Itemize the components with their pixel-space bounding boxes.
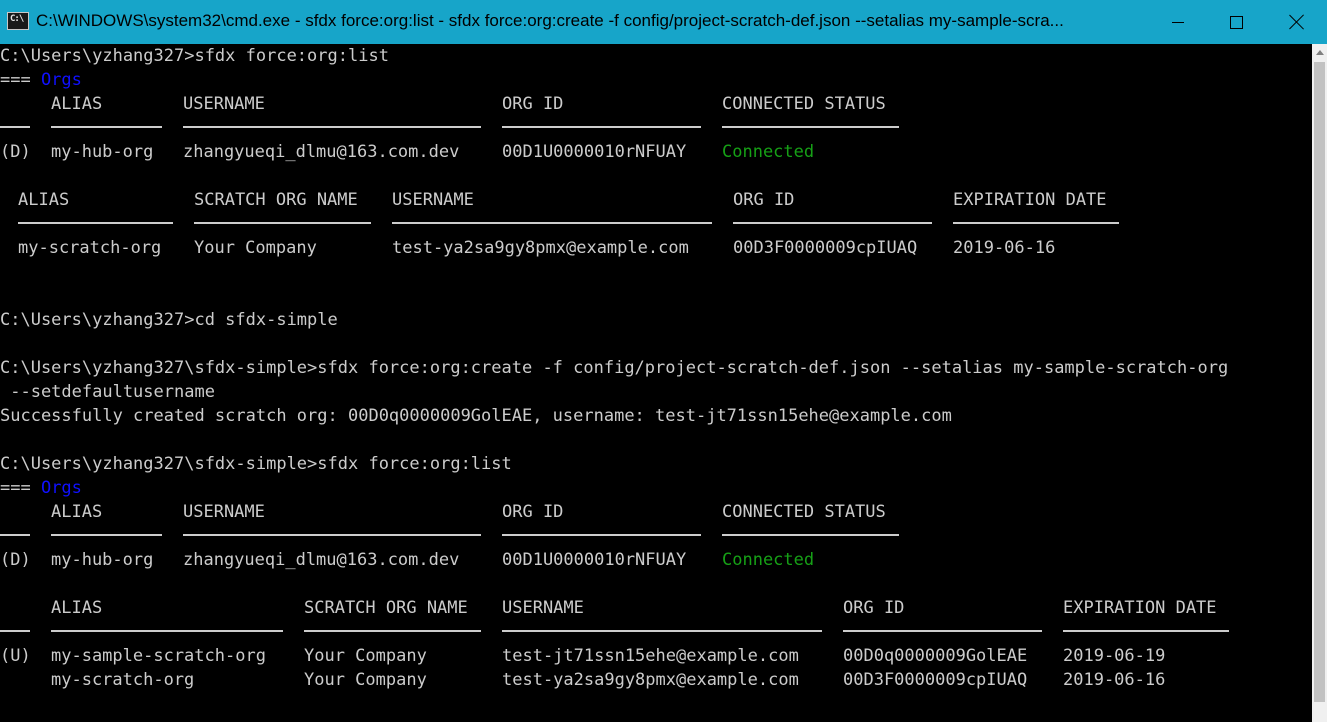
header-org-id: ORG ID: [502, 502, 564, 522]
create-result: Successfully created scratch org: 00D0q0…: [0, 406, 952, 426]
header-org-id: ORG ID: [733, 190, 795, 210]
header-connected-status: CONNECTED STATUS: [722, 94, 886, 114]
orgs-header: === Orgs: [0, 476, 82, 500]
maximize-icon: [1229, 15, 1243, 29]
header-rule: [183, 534, 481, 536]
row-username: test-ya2sa9gy8pmx@example.com: [392, 238, 689, 258]
vertical-scrollbar[interactable]: [1312, 44, 1327, 722]
row-scratch-org-name: Your Company: [304, 670, 427, 690]
row-expiration-date: 2019-06-16: [1063, 670, 1166, 690]
row-expiration-date: 2019-06-16: [953, 238, 1056, 258]
row-connected-status: Connected: [722, 550, 815, 570]
window-title: C:\WINDOWS\system32\cmd.exe - sfdx force…: [36, 11, 1064, 30]
header-rule: [392, 222, 712, 224]
orgs-prefix: ===: [0, 70, 41, 90]
row-connected-status: Connected: [722, 142, 815, 162]
row-username: zhangyueqi_dlmu@163.com.dev: [183, 142, 460, 162]
title-bar[interactable]: C:\ C:\WINDOWS\system32\cmd.exe - sfdx f…: [0, 0, 1327, 44]
header-rule: [194, 222, 371, 224]
command-line: C:\Users\yzhang327\sfdx-simple>sfdx forc…: [0, 358, 1229, 378]
header-rule: [502, 126, 701, 128]
row-org-id: 00D0q0000009GolEAE: [843, 646, 1028, 666]
header-scratch-org-name: SCRATCH ORG NAME: [194, 190, 358, 210]
close-button[interactable]: [1267, 0, 1327, 44]
orgs-prefix: ===: [0, 478, 41, 498]
orgs-header: === Orgs: [0, 68, 82, 92]
row-scratch-org-name: Your Company: [194, 238, 317, 258]
command-line: C:\Users\yzhang327>sfdx force:org:list: [0, 46, 389, 66]
row-alias: my-scratch-org: [51, 670, 195, 690]
scroll-up-arrow-icon[interactable]: [1312, 44, 1327, 61]
command-line: C:\Users\yzhang327>cd sfdx-simple: [0, 310, 338, 330]
orgs-label: Orgs: [40, 478, 82, 498]
header-rule: [502, 630, 822, 632]
header-org-id: ORG ID: [843, 598, 905, 618]
header-username: USERNAME: [392, 190, 474, 210]
minimize-button[interactable]: [1148, 0, 1208, 44]
scrollbar-thumb[interactable]: [1314, 62, 1325, 702]
row-scratch-org-name: Your Company: [304, 646, 427, 666]
header-username: USERNAME: [183, 502, 265, 522]
row-username: test-jt71ssn15ehe@example.com: [502, 646, 799, 666]
header-alias: ALIAS: [51, 502, 103, 522]
row-alias: my-hub-org: [51, 142, 154, 162]
row-expiration-date: 2019-06-19: [1063, 646, 1166, 666]
row-username: zhangyueqi_dlmu@163.com.dev: [183, 550, 460, 570]
header-rule: [183, 126, 481, 128]
orgs-label: Orgs: [40, 70, 82, 90]
row-org-id: 00D1U0000010rNFUAY: [502, 550, 687, 570]
header-rule: [0, 126, 30, 128]
cmd-window: C:\ C:\WINDOWS\system32\cmd.exe - sfdx f…: [0, 0, 1327, 722]
header-username: USERNAME: [183, 94, 265, 114]
maximize-button[interactable]: [1206, 0, 1266, 44]
header-alias: ALIAS: [51, 94, 103, 114]
header-rule: [18, 222, 173, 224]
header-rule: [733, 222, 932, 224]
row-flag: (D): [0, 550, 31, 570]
header-rule: [304, 630, 481, 632]
header-expiration-date: EXPIRATION DATE: [1063, 598, 1217, 618]
row-username: test-ya2sa9gy8pmx@example.com: [502, 670, 799, 690]
row-flag: (U): [0, 646, 31, 666]
header-rule: [502, 534, 701, 536]
command-line-continuation: --setdefaultusername: [0, 382, 215, 402]
header-connected-status: CONNECTED STATUS: [722, 502, 886, 522]
header-rule: [51, 630, 283, 632]
header-rule: [51, 126, 162, 128]
header-scratch-org-name: SCRATCH ORG NAME: [304, 598, 468, 618]
header-rule: [953, 222, 1119, 224]
row-org-id: 00D3F0000009cpIUAQ: [843, 670, 1028, 690]
console-output[interactable]: C:\Users\yzhang327>sfdx force:org:list =…: [0, 44, 1312, 722]
row-alias: my-scratch-org: [18, 238, 162, 258]
row-flag: (D): [0, 142, 31, 162]
header-rule: [843, 630, 1042, 632]
minimize-icon: [1172, 21, 1184, 23]
close-icon: [1289, 14, 1305, 30]
header-alias: ALIAS: [18, 190, 70, 210]
header-rule: [51, 534, 162, 536]
header-rule: [722, 126, 899, 128]
header-rule: [0, 534, 30, 536]
header-rule: [722, 534, 899, 536]
header-expiration-date: EXPIRATION DATE: [953, 190, 1107, 210]
row-org-id: 00D3F0000009cpIUAQ: [733, 238, 918, 258]
header-rule: [0, 630, 30, 632]
cmd-app-icon-label: C:\: [10, 14, 24, 24]
header-username: USERNAME: [502, 598, 584, 618]
header-alias: ALIAS: [51, 598, 103, 618]
command-line: C:\Users\yzhang327\sfdx-simple>sfdx forc…: [0, 454, 512, 474]
header-rule: [1063, 630, 1229, 632]
row-alias: my-sample-scratch-org: [51, 646, 266, 666]
row-alias: my-hub-org: [51, 550, 154, 570]
row-org-id: 00D1U0000010rNFUAY: [502, 142, 687, 162]
cmd-app-icon[interactable]: C:\: [7, 12, 29, 30]
header-org-id: ORG ID: [502, 94, 564, 114]
